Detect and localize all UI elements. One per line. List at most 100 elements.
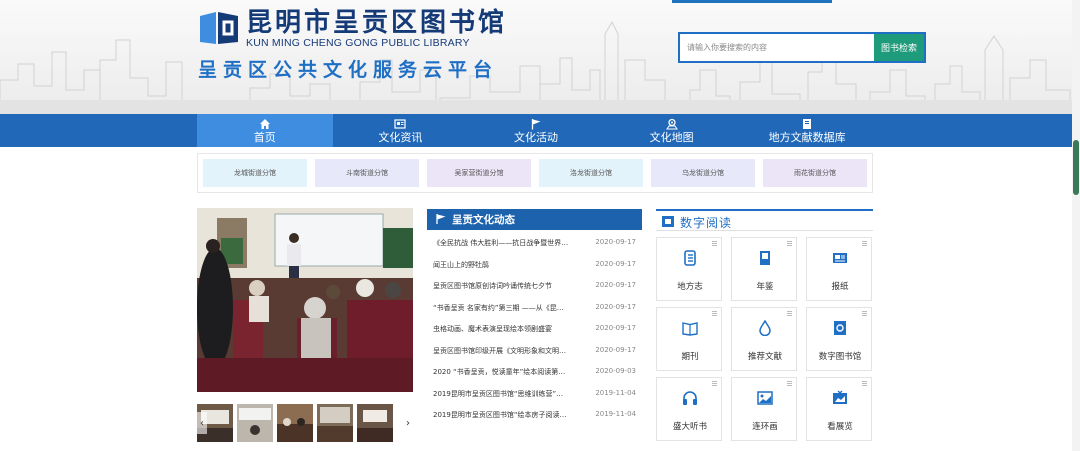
newspaper-icon [833,253,847,263]
digital-item-label: 看展览 [827,422,853,432]
menu-dots-icon [712,311,717,316]
digital-item-newspaper[interactable]: 报纸 [806,237,872,301]
menu-dots-icon [712,241,717,246]
news-flag-icon [436,214,446,224]
menu-dots-icon [787,241,792,246]
library-name-english: KUN MING CHENG GONG PUBLIC LIBRARY [246,37,470,49]
branch-yuhua[interactable]: 雨花街道分馆 [763,159,867,187]
nav-item-label: 文化地图 [649,130,694,144]
news-item-title: 呈贡区图书馆原创诗词吟诵传统七夕节 [433,282,552,290]
search-bar: 图书检索 [678,32,926,63]
news-item-date: 2020-09-17 [595,260,636,268]
top-accent-bar [672,0,832,3]
news-item[interactable]: 2019昆明市呈贡区图书馆“绘本房子阅读… 2019-11-04 [433,410,636,424]
digital-item-label: 推荐文献 [747,352,782,362]
news-item-date: 2020-09-17 [595,238,636,246]
news-item-date: 2020-09-17 [595,324,636,332]
digital-item-label: 连环画 [752,422,778,432]
news-section-title: 呈贡文化动态 [452,214,515,226]
news-item-title: 2020 “书香呈贡，悦读童年”绘本阅读第… [433,368,566,376]
thumbnail[interactable] [357,404,393,442]
menu-dots-icon [862,241,867,246]
news-item-title: 2019昆明市呈贡区图书馆“思维训练营”… [433,390,564,398]
branch-longcheng[interactable]: 龙城街道分馆 [203,159,307,187]
search-input[interactable] [680,34,874,61]
page-scrollbar-track[interactable] [1072,0,1080,451]
news-item[interactable]: 2020 “书香呈贡，悦读童年”绘本阅读第… 2020-09-03 [433,367,636,381]
news-item[interactable]: 《全民抗战 伟大胜利——抗日战争暨世界… 2020-09-17 [433,238,636,252]
nav-item-culture-activities[interactable]: 文化活动 [468,114,604,147]
nav-item-culture-news[interactable]: 文化资讯 [333,114,469,147]
digital-item-label: 数字图书馆 [818,352,862,362]
news-item-date: 2019-11-04 [595,410,636,418]
branch-dounan[interactable]: 斗南街道分馆 [315,159,419,187]
news-item-title: 2019昆明市呈贡区图书馆“绘本房子阅读… [433,411,567,419]
featured-event-photo[interactable] [197,208,413,392]
news-item-title: 呈贡区图书馆印级开展《文明形象和文明… [433,347,566,355]
digital-reading-title: 数字阅读 [680,216,733,230]
library-name: 昆明市呈贡区图书馆 [246,8,508,38]
thumbnail[interactable] [317,404,353,442]
branch-wulong[interactable]: 乌龙街道分馆 [651,159,755,187]
digital-item-recommended[interactable]: 推荐文献 [731,307,797,371]
local-chronicle-icon [684,250,696,266]
news-item[interactable]: 闻王山上的野牡鹃 2020-09-17 [433,260,636,274]
news-item[interactable]: 2019昆明市呈贡区图书馆“思维训练营”… 2019-11-04 [433,389,636,403]
thumbnails-next-arrow[interactable]: › [403,412,413,434]
digital-library-icon [834,321,846,335]
thumbnails-prev-arrow[interactable]: ‹ [197,412,207,434]
digital-item-yearbook[interactable]: 年鉴 [731,237,797,301]
nav-item-local-literature-database[interactable]: 地方文献数据库 [739,114,875,147]
home-icon [259,118,270,129]
news-item[interactable]: 虫格动画、魔术表演呈现绘本领剧盛宴 2020-09-17 [433,324,636,338]
digital-item-label: 盛大听书 [672,422,707,432]
comic-icon [757,391,773,405]
digital-item-journal[interactable]: 期刊 [656,307,722,371]
news-item-title: 《全民抗战 伟大胜利——抗日战争暨世界… [433,239,569,247]
news-icon [394,118,406,129]
menu-dots-icon [712,381,717,386]
thumbnail[interactable] [237,404,273,442]
news-item-date: 2020-09-17 [595,281,636,289]
nav-item-label: 文化资讯 [378,130,423,144]
search-button[interactable]: 图书检索 [874,34,924,61]
news-item-title: “书香呈贡 名家有约”第三期 ——从《昆… [433,304,564,312]
photo-thumbnails [197,404,413,442]
digital-item-exhibition[interactable]: 看展览 [806,377,872,441]
exhibition-icon [833,390,847,404]
nav-item-label: 首页 [253,130,276,144]
thumbnail[interactable] [277,404,313,442]
branch-luolong[interactable]: 洛龙街道分馆 [539,159,643,187]
news-item-date: 2020-09-17 [595,346,636,354]
digital-item-audiobook[interactable]: 盛大听书 [656,377,722,441]
digital-reading-header: 数字阅读 [656,209,873,231]
library-logo-icon [200,12,238,44]
news-item-title: 闻王山上的野牡鹃 [433,261,489,269]
branch-library-list: 龙城街道分馆 斗南街道分馆 吴家营街道分馆 洛龙街道分馆 乌龙街道分馆 雨花街道… [197,153,873,193]
database-icon [803,118,812,129]
digital-item-local-chronicle[interactable]: 地方志 [656,237,722,301]
news-item[interactable]: “书香呈贡 名家有约”第三期 ——从《昆… 2020-09-17 [433,303,636,317]
nav-item-culture-map[interactable]: 文化地图 [604,114,740,147]
menu-dots-icon [862,381,867,386]
nav-item-label: 文化活动 [513,130,558,144]
page-scrollbar-thumb[interactable] [1073,140,1079,195]
map-icon [665,118,678,129]
yearbook-icon [760,251,770,265]
menu-dots-icon [862,311,867,316]
journal-icon [682,322,698,336]
branch-wujiaying[interactable]: 吴家营街道分馆 [427,159,531,187]
digital-item-label: 期刊 [681,352,699,362]
news-item[interactable]: 呈贡区图书馆印级开展《文明形象和文明… 2020-09-17 [433,346,636,360]
recommend-icon [759,320,771,336]
digital-item-comics[interactable]: 连环画 [731,377,797,441]
digital-item-label: 地方志 [677,282,703,292]
news-section-header: 呈贡文化动态 [427,209,642,230]
news-item[interactable]: 呈贡区图书馆原创诗词吟诵传统七夕节 2020-09-17 [433,281,636,295]
digital-item-digital-library[interactable]: 数字图书馆 [806,307,872,371]
headphones-icon [683,391,697,405]
digital-item-label: 年鉴 [756,282,774,292]
news-item-title: 虫格动画、魔术表演呈现绘本领剧盛宴 [433,325,552,333]
nav-item-home[interactable]: 首页 [197,114,333,147]
nav-item-label: 地方文献数据库 [768,130,846,144]
